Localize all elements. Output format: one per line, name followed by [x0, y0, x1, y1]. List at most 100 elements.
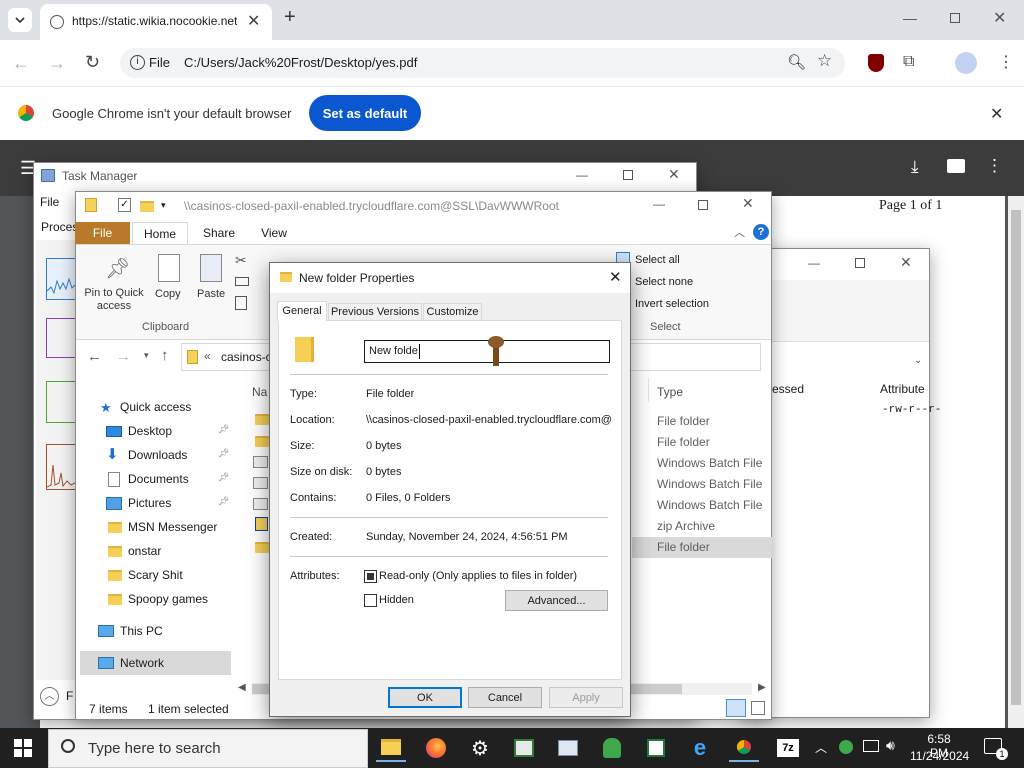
taskbar-taskmanager-icon[interactable]	[553, 734, 583, 762]
nav-item-this-pc[interactable]: This PC	[98, 620, 163, 642]
set-default-button[interactable]: Set as default	[309, 95, 421, 131]
fewer-details-icon[interactable]: ︿	[40, 687, 59, 706]
omnibox[interactable]: i File C:/Users/Jack%20Frost/Desktop/yes…	[120, 48, 845, 78]
nav-item-scary[interactable]: Scary Shit	[100, 564, 183, 586]
ribbon-tab-view[interactable]: View	[252, 222, 296, 244]
extensions-icon[interactable]: ⧉	[903, 53, 914, 71]
column-header-name[interactable]: Na	[252, 385, 267, 399]
taskbar-7zip-icon[interactable]: 7z	[773, 734, 803, 762]
taskbar-app-icon[interactable]	[509, 734, 539, 762]
tray-network-icon[interactable]	[863, 740, 879, 752]
large-icons-view-icon[interactable]	[751, 701, 765, 715]
tm-close[interactable]: ✕	[668, 166, 680, 183]
tm-maximize[interactable]	[623, 170, 633, 180]
ok-button[interactable]: OK	[388, 687, 462, 708]
copy-path-icon[interactable]	[235, 277, 249, 286]
qat-new-folder-icon[interactable]	[140, 201, 154, 212]
nav-item-pictures[interactable]: Pictures	[100, 492, 171, 514]
exp-minimize[interactable]: —	[653, 197, 665, 211]
ribbon-collapse-icon[interactable]: ︿	[734, 224, 745, 240]
star-icon[interactable]: ☆	[817, 51, 832, 71]
qat-properties-icon[interactable]	[85, 198, 97, 212]
new-tab-button[interactable]: +	[284, 6, 296, 29]
column-header-type[interactable]: Type	[657, 385, 683, 399]
help-icon[interactable]: ?	[753, 224, 769, 240]
taskbar-chrome-icon[interactable]	[729, 734, 759, 762]
readonly-checkbox[interactable]	[364, 570, 377, 583]
hscroll-left-arrow[interactable]: ◀	[238, 682, 246, 693]
qat-dropdown-icon[interactable]: ▾	[161, 200, 166, 211]
taskbar-messenger-icon[interactable]	[597, 734, 627, 762]
bg-close[interactable]: ✕	[900, 254, 912, 271]
pdf-scroll-thumb[interactable]	[1011, 210, 1021, 705]
minimize-button[interactable]: —	[903, 10, 917, 26]
windows-start-icon[interactable]	[14, 739, 32, 757]
infobar-close-icon[interactable]: ✕	[990, 104, 1003, 124]
details-view-icon[interactable]	[726, 699, 746, 717]
bg-minimize[interactable]: —	[808, 256, 820, 270]
qat-checkbox-icon[interactable]: ✓	[118, 198, 131, 212]
tm-fewer-details-label[interactable]: F	[66, 689, 73, 703]
nav-forward-icon[interactable]: →	[116, 348, 131, 365]
nav-item-msn[interactable]: MSN Messenger	[100, 516, 217, 538]
exp-close[interactable]: ✕	[742, 195, 754, 212]
tab-customize[interactable]: Customize	[423, 303, 482, 321]
network-graph[interactable]	[46, 444, 76, 490]
tab-general[interactable]: General	[277, 301, 327, 321]
ribbon-tab-home[interactable]: Home	[132, 222, 188, 244]
bg-maximize[interactable]	[855, 258, 865, 268]
nav-quick-access[interactable]: Quick access	[120, 400, 191, 414]
select-none-button[interactable]: Select none	[635, 276, 693, 288]
tray-people-icon[interactable]	[839, 740, 853, 754]
nav-back-icon[interactable]: ←	[87, 348, 102, 365]
nav-item-desktop[interactable]: Desktop	[100, 420, 172, 442]
restore-button[interactable]	[950, 13, 960, 23]
cancel-button[interactable]: Cancel	[468, 687, 542, 708]
nav-item-network[interactable]: Network	[98, 652, 164, 674]
pdf-scrollbar[interactable]	[1008, 196, 1024, 728]
taskbar-search-box[interactable]: Type here to search	[48, 729, 368, 768]
pdf-more-icon[interactable]: ⋮	[986, 156, 1003, 176]
menu-dots-icon[interactable]: ⋮	[998, 52, 1014, 72]
tab-search-button[interactable]	[8, 8, 32, 32]
paste-button[interactable]: Paste	[197, 288, 225, 300]
tm-menu-file[interactable]: File	[40, 195, 59, 209]
nav-item-documents[interactable]: Documents	[100, 468, 189, 490]
tray-volume-icon[interactable]: 🔊︎	[886, 737, 895, 754]
tm-minimize[interactable]: —	[576, 168, 588, 182]
disk-graph[interactable]	[46, 381, 76, 423]
clock-date[interactable]: 11/24/2024	[910, 749, 969, 763]
nav-item-downloads[interactable]: ⬇ Downloads	[100, 444, 187, 466]
apply-button[interactable]: Apply	[549, 687, 623, 708]
browser-tab[interactable]: https://static.wikia.nocookie.net ✕	[40, 4, 272, 40]
reload-icon[interactable]: ↻	[85, 52, 100, 73]
taskbar-notepad-icon[interactable]	[641, 734, 671, 762]
memory-graph[interactable]	[46, 318, 76, 358]
tab-previous-versions[interactable]: Previous Versions	[328, 303, 422, 321]
profile-avatar[interactable]	[955, 52, 977, 74]
hscroll-right-arrow[interactable]: ▶	[758, 682, 766, 693]
print-icon[interactable]	[947, 159, 965, 173]
nav-up-icon[interactable]: ↑	[161, 347, 169, 364]
dialog-close[interactable]: ✕	[609, 268, 622, 286]
url-text[interactable]: C:/Users/Jack%20Frost/Desktop/yes.pdf	[184, 55, 417, 70]
recent-dropdown-icon[interactable]: ▾	[144, 350, 149, 361]
invert-selection-button[interactable]: Invert selection	[635, 298, 709, 310]
pin-quick-access-button[interactable]: Pin to Quick access	[80, 287, 148, 313]
ribbon-tab-file[interactable]: File	[75, 222, 130, 244]
taskbar-settings-icon[interactable]: ⚙	[465, 734, 495, 762]
taskbar-ie-icon[interactable]: e	[685, 734, 715, 762]
close-window-button[interactable]: ✕	[993, 8, 1006, 28]
copy-button[interactable]: Copy	[155, 288, 181, 300]
ublock-icon[interactable]	[868, 54, 884, 72]
select-all-button[interactable]: Select all	[635, 254, 680, 266]
zoom-icon[interactable]: 🔍︎	[787, 53, 806, 71]
cpu-graph[interactable]	[46, 258, 76, 300]
hidden-checkbox[interactable]	[364, 594, 377, 607]
paste-shortcut-icon[interactable]	[235, 296, 247, 310]
taskbar-firefox-icon[interactable]	[421, 734, 451, 762]
forward-arrow-icon[interactable]: →	[48, 53, 66, 74]
back-arrow-icon[interactable]: ←	[12, 53, 30, 74]
taskbar-explorer-icon[interactable]	[376, 734, 406, 762]
advanced-button[interactable]: Advanced...	[505, 590, 608, 611]
